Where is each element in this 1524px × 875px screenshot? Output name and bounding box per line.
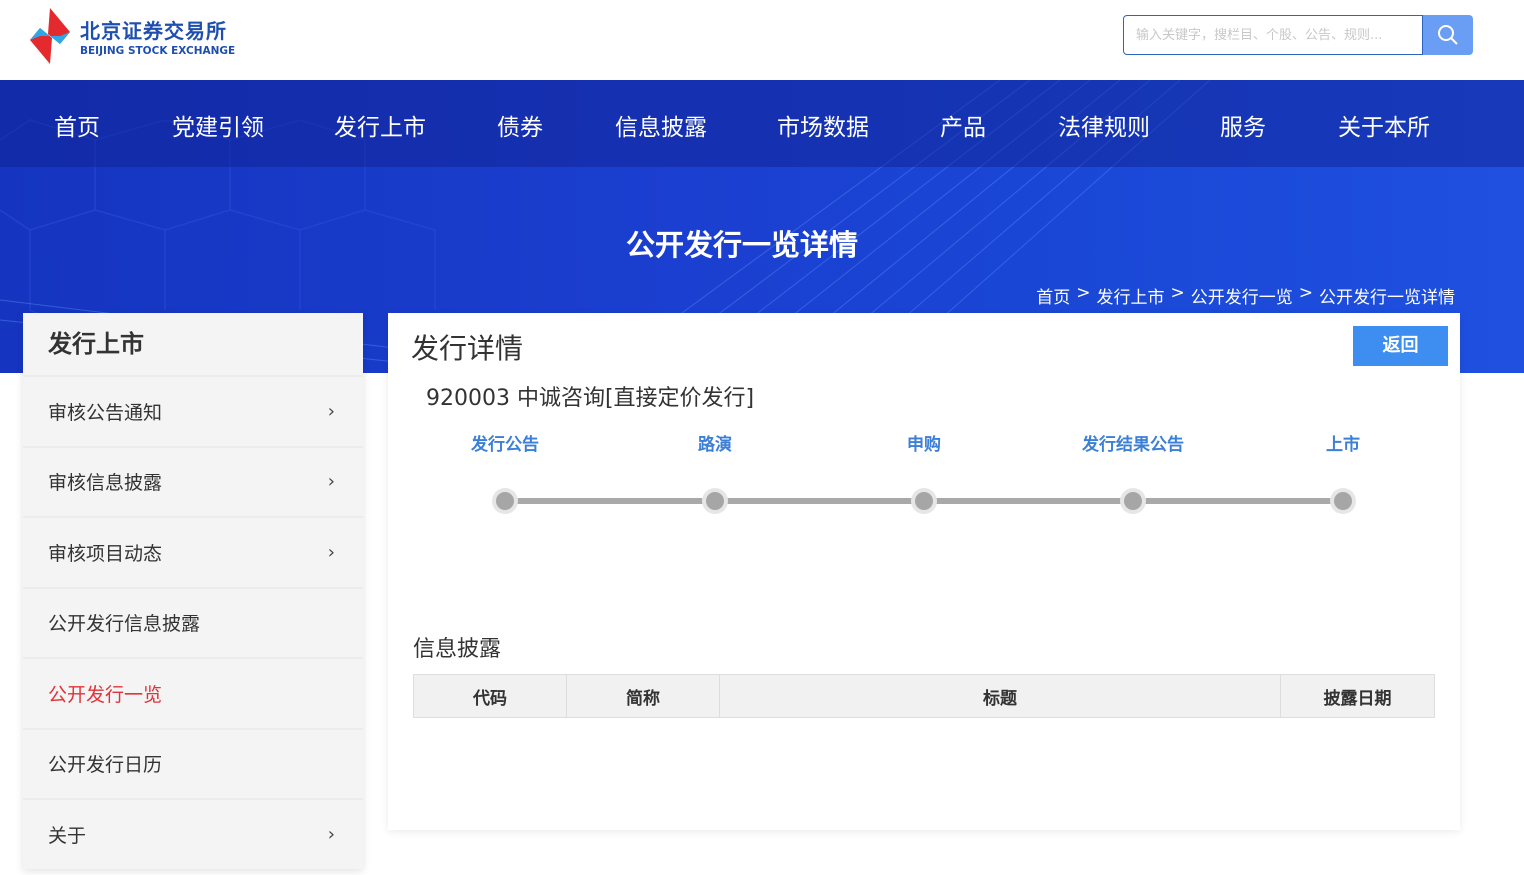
column-header-date: 披露日期: [1280, 674, 1435, 718]
search-button[interactable]: [1423, 15, 1473, 55]
nav-home[interactable]: 首页: [54, 108, 100, 142]
step-dot: [702, 488, 728, 514]
sidebar-item-label: 审核公告通知: [48, 401, 163, 424]
sidebar-item-public-list[interactable]: 公开发行一览: [23, 657, 363, 728]
sidebar-item-public-calendar[interactable]: 公开发行日历: [23, 727, 363, 799]
nav-rules[interactable]: 法律规则: [1058, 108, 1150, 142]
sidebar-item-review-notice[interactable]: 审核公告通知 ›: [23, 375, 363, 446]
nav-products[interactable]: 产品: [940, 108, 986, 142]
disclosure-title: 信息披露: [413, 637, 502, 662]
stock-name: 920003 中诚咨询[直接定价发行]: [426, 386, 755, 411]
sidebar-item-label: 审核项目动态: [48, 542, 163, 565]
logo[interactable]: 北京证券交易所 BEIJING STOCK EXCHANGE: [26, 6, 235, 66]
column-header-code: 代码: [413, 674, 567, 718]
chevron-right-icon: ›: [327, 471, 335, 493]
logo-cn: 北京证券交易所: [80, 19, 227, 43]
breadcrumb-sep: >: [1298, 283, 1313, 303]
step-dot: [1330, 488, 1356, 514]
sidebar-item-label: 审核信息披露: [48, 472, 163, 495]
step-label: 发行结果公告: [1082, 435, 1184, 455]
sidebar-item-label: 公开发行一览: [48, 683, 163, 706]
main-nav: 首页 党建引领 发行上市 债券 信息披露 市场数据 产品 法律规则 服务 关于本…: [0, 80, 1524, 167]
column-header-title: 标题: [719, 674, 1281, 718]
step-label: 发行公告: [471, 435, 539, 455]
sidebar-item-label: 公开发行日历: [48, 754, 163, 777]
nav-services[interactable]: 服务: [1220, 108, 1266, 142]
sidebar-item-label: 公开发行信息披露: [48, 613, 201, 636]
logo-en: BEIJING STOCK EXCHANGE: [80, 45, 236, 57]
nav-party[interactable]: 党建引领: [172, 108, 264, 142]
step-label: 上市: [1326, 435, 1360, 455]
disclosure-table: 代码 简称 标题 披露日期: [413, 674, 1435, 718]
chevron-right-icon: ›: [327, 400, 335, 422]
breadcrumb-sep: >: [1076, 283, 1091, 303]
sidebar-item-label: 关于: [48, 824, 87, 847]
breadcrumb-sep: >: [1170, 283, 1185, 303]
step-dot: [1120, 488, 1146, 514]
breadcrumb-public-list[interactable]: 公开发行一览: [1191, 283, 1293, 308]
sidebar: 发行上市 审核公告通知 › 审核信息披露 › 审核项目动态 › 公开发行信息披露 公开…: [23, 313, 363, 869]
sidebar-item-public-disclosure[interactable]: 公开发行信息披露: [23, 586, 363, 658]
back-button[interactable]: 返回: [1353, 326, 1448, 366]
search-input[interactable]: [1123, 15, 1423, 55]
sidebar-item-review-disclosure[interactable]: 审核信息披露 ›: [23, 445, 363, 517]
step-label: 申购: [907, 435, 941, 455]
breadcrumb-home[interactable]: 首页: [1036, 283, 1070, 308]
search-icon: [1438, 25, 1458, 45]
chevron-right-icon: ›: [327, 823, 335, 845]
chevron-right-icon: ›: [327, 541, 335, 563]
header: 北京证券交易所 BEIJING STOCK EXCHANGE: [0, 0, 1524, 80]
nav-listing[interactable]: 发行上市: [334, 108, 426, 142]
column-header-name: 简称: [566, 674, 720, 718]
detail-panel: 发行详情 返回 920003 中诚咨询[直接定价发行] 发行公告 路演 申购 发…: [388, 313, 1460, 830]
sidebar-item-about[interactable]: 关于 ›: [23, 798, 363, 869]
nav-market-data[interactable]: 市场数据: [777, 108, 869, 142]
breadcrumb-current: 公开发行一览详情: [1319, 288, 1455, 308]
breadcrumb-listing[interactable]: 发行上市: [1097, 283, 1165, 308]
sidebar-item-review-progress[interactable]: 审核项目动态 ›: [23, 516, 363, 587]
step-label: 路演: [698, 435, 732, 455]
sidebar-title: 发行上市: [48, 330, 144, 358]
section-title: 发行详情: [411, 332, 524, 365]
step-dot: [492, 488, 518, 514]
nav-bonds[interactable]: 债券: [497, 108, 543, 142]
nav-disclosure[interactable]: 信息披露: [615, 108, 707, 142]
step-dot: [911, 488, 937, 514]
nav-about[interactable]: 关于本所: [1338, 108, 1430, 142]
breadcrumb: 首页 > 发行上市 > 公开发行一览 > 公开发行一览详情: [1036, 283, 1455, 308]
logo-icon: [30, 8, 70, 64]
page-title: 公开发行一览详情: [625, 228, 858, 262]
search-bar: [1123, 15, 1473, 55]
